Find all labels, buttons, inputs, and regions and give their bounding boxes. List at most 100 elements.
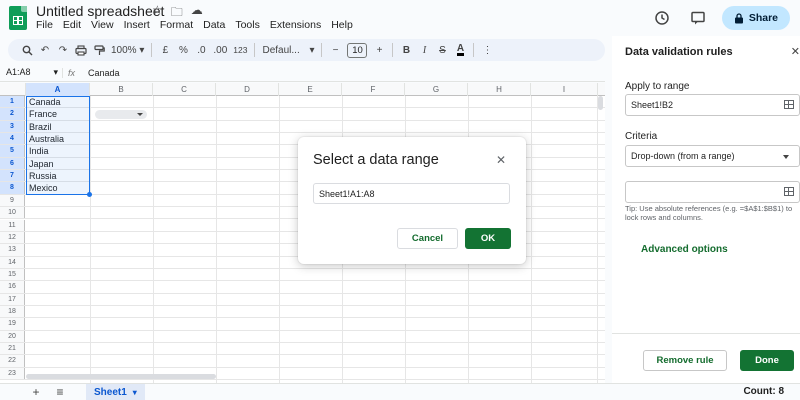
undo-icon[interactable]: ↶ bbox=[36, 39, 54, 61]
row-header[interactable]: 18 bbox=[0, 305, 25, 318]
cell-a1[interactable]: Canada bbox=[26, 96, 89, 107]
italic-button[interactable]: I bbox=[415, 39, 433, 61]
redo-icon[interactable]: ↷ bbox=[54, 39, 72, 61]
vertical-scrollbar[interactable] bbox=[598, 96, 603, 110]
row-header[interactable]: 2 bbox=[0, 108, 25, 120]
tab-sheet1[interactable]: Sheet1 ▾ bbox=[86, 383, 145, 400]
cell-a6[interactable]: Japan bbox=[26, 158, 89, 169]
select-range-icon[interactable] bbox=[784, 187, 794, 196]
menu-file[interactable]: File bbox=[36, 19, 53, 31]
cell-a8[interactable]: Mexico bbox=[26, 182, 89, 193]
row-header[interactable]: 1 bbox=[0, 96, 25, 108]
column-header-b[interactable]: B bbox=[90, 83, 153, 96]
share-button[interactable]: Share bbox=[721, 6, 790, 30]
currency-button[interactable]: £ bbox=[156, 39, 174, 61]
menu-view[interactable]: View bbox=[91, 19, 114, 31]
row-header[interactable]: 12 bbox=[0, 231, 25, 244]
cancel-button[interactable]: Cancel bbox=[397, 228, 458, 249]
apply-range-field[interactable]: Sheet1!B2 bbox=[625, 94, 800, 116]
horizontal-scrollbar[interactable] bbox=[26, 374, 216, 379]
row-header[interactable]: 17 bbox=[0, 293, 25, 305]
chevron-down-icon: ▾ bbox=[132, 387, 137, 397]
close-icon[interactable]: ✕ bbox=[496, 153, 506, 167]
criteria-select[interactable]: Drop-down (from a range) bbox=[625, 145, 800, 167]
row-header[interactable]: 20 bbox=[0, 330, 25, 342]
row-header[interactable]: 23 bbox=[0, 367, 25, 380]
row-header[interactable]: 21 bbox=[0, 343, 25, 355]
done-button[interactable]: Done bbox=[740, 350, 794, 371]
row-header[interactable]: 3 bbox=[0, 120, 25, 133]
paint-format-icon[interactable] bbox=[90, 39, 108, 61]
column-header-g[interactable]: G bbox=[405, 83, 468, 96]
cell-a3[interactable]: Brazil bbox=[26, 121, 89, 132]
cell-a2[interactable]: France bbox=[26, 108, 89, 119]
decrease-decimal-button[interactable]: .0 bbox=[192, 39, 210, 61]
row-header[interactable]: 6 bbox=[0, 157, 25, 170]
menu-format[interactable]: Format bbox=[160, 19, 193, 31]
select-range-icon[interactable] bbox=[784, 100, 794, 109]
all-sheets-icon[interactable]: ≡ bbox=[48, 385, 72, 399]
search-menus-icon[interactable] bbox=[18, 39, 36, 61]
remove-rule-button[interactable]: Remove rule bbox=[643, 350, 727, 371]
column-header-d[interactable]: D bbox=[216, 83, 279, 96]
cell-a4[interactable]: Australia bbox=[26, 133, 89, 144]
menu-insert[interactable]: Insert bbox=[124, 19, 150, 31]
row-header[interactable]: 9 bbox=[0, 194, 25, 207]
select-all-corner[interactable] bbox=[0, 83, 26, 96]
decrease-font-size-button[interactable]: − bbox=[326, 39, 344, 61]
row-header[interactable]: 13 bbox=[0, 244, 25, 256]
document-title[interactable]: Untitled spreadsheet bbox=[36, 3, 164, 19]
zoom-select[interactable]: 100% ▾ bbox=[108, 39, 147, 61]
history-icon[interactable] bbox=[650, 6, 674, 30]
sheets-logo-icon[interactable] bbox=[9, 6, 27, 30]
more-options-icon[interactable]: ⋮ bbox=[478, 39, 496, 61]
strikethrough-icon[interactable]: S bbox=[433, 39, 451, 61]
bold-button[interactable]: B bbox=[397, 39, 415, 61]
font-value: Defaul... bbox=[262, 44, 300, 56]
print-icon[interactable] bbox=[72, 39, 90, 61]
cell-a7[interactable]: Russia bbox=[26, 170, 89, 181]
menu-help[interactable]: Help bbox=[331, 19, 353, 31]
percent-button[interactable]: % bbox=[174, 39, 192, 61]
row-header[interactable]: 15 bbox=[0, 268, 25, 281]
name-box[interactable]: A1:A8 ▾ bbox=[0, 67, 62, 78]
row-header[interactable]: 16 bbox=[0, 281, 25, 293]
menu-data[interactable]: Data bbox=[203, 19, 225, 31]
cell-b2-dropdown-chip[interactable] bbox=[95, 110, 147, 119]
font-size-field[interactable]: 10 bbox=[344, 39, 370, 61]
row-header[interactable]: 7 bbox=[0, 170, 25, 182]
column-header-e[interactable]: E bbox=[279, 83, 342, 96]
column-header-h[interactable]: H bbox=[468, 83, 531, 96]
menu-tools[interactable]: Tools bbox=[235, 19, 260, 31]
column-header-i[interactable]: I bbox=[531, 83, 598, 96]
row-header[interactable]: 11 bbox=[0, 219, 25, 231]
text-color-icon[interactable]: A bbox=[451, 39, 469, 61]
increase-decimal-button[interactable]: .00 bbox=[210, 39, 230, 61]
row-header[interactable]: 8 bbox=[0, 182, 25, 194]
row-header[interactable]: 4 bbox=[0, 133, 25, 145]
row-header[interactable]: 5 bbox=[0, 145, 25, 157]
column-header-a[interactable]: A bbox=[26, 83, 90, 96]
advanced-options-button[interactable]: Advanced options bbox=[641, 244, 728, 255]
menu-extensions[interactable]: Extensions bbox=[270, 19, 321, 31]
row-header[interactable]: 14 bbox=[0, 256, 25, 268]
range-input[interactable]: Sheet1!A1:A8 bbox=[313, 183, 510, 204]
cell-a5[interactable]: India bbox=[26, 145, 89, 156]
row-header[interactable]: 22 bbox=[0, 355, 25, 367]
share-label: Share bbox=[748, 12, 778, 24]
add-sheet-icon[interactable]: + bbox=[24, 385, 48, 399]
ok-button[interactable]: OK bbox=[465, 228, 511, 249]
increase-font-size-button[interactable]: + bbox=[370, 39, 388, 61]
row-header[interactable]: 10 bbox=[0, 207, 25, 219]
font-select[interactable]: Defaul... ▾ bbox=[259, 39, 317, 61]
column-header-c[interactable]: C bbox=[153, 83, 216, 96]
number-format-button[interactable]: 123 bbox=[230, 39, 250, 61]
column-header-f[interactable]: F bbox=[342, 83, 405, 96]
selection-count[interactable]: Count: 8 bbox=[743, 386, 784, 397]
formula-input[interactable]: Canada bbox=[82, 68, 120, 78]
comment-icon[interactable] bbox=[686, 6, 710, 30]
range-field[interactable] bbox=[625, 181, 800, 203]
close-icon[interactable]: ✕ bbox=[791, 45, 800, 58]
row-header[interactable]: 19 bbox=[0, 318, 25, 330]
menu-edit[interactable]: Edit bbox=[63, 19, 81, 31]
